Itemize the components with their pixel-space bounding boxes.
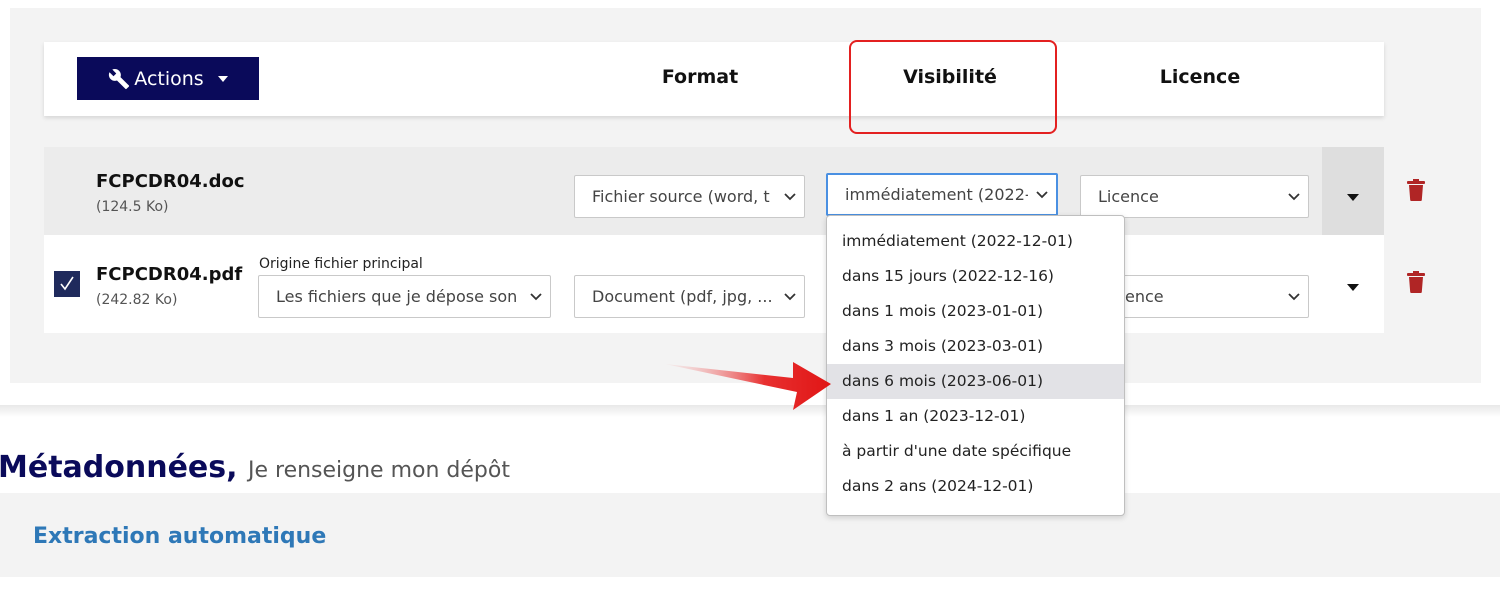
actions-button[interactable]: Actions: [77, 57, 259, 100]
file-checkbox[interactable]: [54, 271, 80, 297]
visibility-option[interactable]: dans 3 mois (2023-03-01): [827, 329, 1124, 364]
metadata-title: Métadonnées, Je renseigne mon dépôt: [0, 450, 510, 485]
visibility-option[interactable]: à partir d'une date spécifique: [827, 434, 1124, 469]
annotation-arrow-icon: [665, 362, 831, 410]
trash-icon[interactable]: [1407, 271, 1425, 293]
metadata-subtitle: Je renseigne mon dépôt: [247, 458, 510, 483]
file-name: FCPCDR04.doc: [96, 171, 245, 192]
origin-select[interactable]: Les fichiers que je dépose son: [258, 275, 551, 318]
origin-label: Origine fichier principal: [259, 256, 423, 272]
visibility-option[interactable]: dans 15 jours (2022-12-16): [827, 259, 1124, 294]
file-size: (124.5 Ko): [96, 199, 169, 215]
chevron-down-icon: [776, 192, 804, 201]
visibility-highlight-annotation: [849, 40, 1057, 134]
visibility-option[interactable]: dans 1 an (2023-12-01): [827, 399, 1124, 434]
chevron-down-icon: [1280, 292, 1308, 301]
extraction-toggle[interactable]: Extraction automatique: [33, 524, 326, 549]
chevron-down-icon: [1280, 192, 1308, 201]
visibility-dropdown-menu: immédiatement (2022-12-01) dans 15 jours…: [826, 215, 1125, 516]
actions-label: Actions: [134, 67, 204, 90]
visibility-option[interactable]: dans 1 mois (2023-01-01): [827, 294, 1124, 329]
trash-icon[interactable]: [1407, 179, 1425, 201]
format-select[interactable]: Document (pdf, jpg, ...: [574, 275, 805, 318]
format-select[interactable]: Fichier source (word, t: [574, 175, 805, 218]
column-header-licence: Licence: [1159, 66, 1241, 88]
wrench-icon: [108, 68, 130, 90]
chevron-down-icon: [522, 292, 550, 301]
column-header-format: Format: [661, 66, 739, 88]
chevron-down-icon: [1028, 190, 1056, 199]
file-name: FCPCDR04.pdf: [96, 264, 243, 285]
licence-select[interactable]: Licence: [1080, 175, 1309, 218]
chevron-down-icon: [776, 292, 804, 301]
visibility-option-highlighted[interactable]: dans 6 mois (2023-06-01): [827, 364, 1124, 399]
visibility-option[interactable]: dans 2 ans (2024-12-01): [827, 469, 1124, 504]
row-menu-cell: [1322, 147, 1384, 235]
file-size: (242.82 Ko): [96, 292, 178, 308]
row-options-caret-icon[interactable]: [1347, 284, 1359, 291]
row-options-caret-icon[interactable]: [1347, 194, 1359, 201]
checkmark-icon: [60, 276, 74, 291]
caret-down-icon: [217, 75, 228, 82]
visibility-option[interactable]: immédiatement (2022-12-01): [827, 224, 1124, 259]
visibility-select[interactable]: immédiatement (2022-: [826, 173, 1058, 216]
